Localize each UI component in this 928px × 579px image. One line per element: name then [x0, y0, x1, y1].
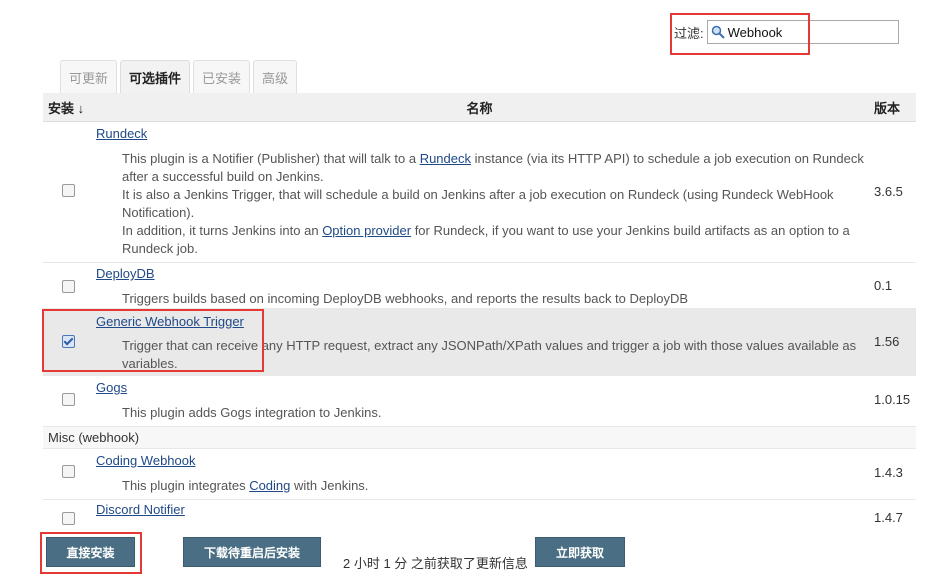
plugin-link-deploydb[interactable]: DeployDB [96, 266, 155, 281]
plugin-link-generic-webhook-trigger[interactable]: Generic Webhook Trigger [96, 314, 244, 329]
plugin-version: 0.1 [874, 278, 893, 293]
category-header: Misc (webhook) [43, 427, 916, 449]
plugin-description: Triggers builds based on incoming Deploy… [122, 291, 689, 306]
plugin-version: 3.6.5 [874, 184, 903, 199]
plugin-description: This plugin adds Gogs integration to Jen… [122, 405, 382, 420]
plugin-link-discord-notifier[interactable]: Discord Notifier [96, 502, 185, 517]
tab-advanced[interactable]: 高级 [253, 60, 298, 93]
rundeck-link[interactable]: Rundeck [420, 151, 471, 166]
filter-value: Webhook [727, 24, 783, 40]
plugin-table: 名称 安装 ↓ 版本 Rundeck This plugin is a Noti… [43, 93, 916, 525]
install-checkbox[interactable] [62, 465, 75, 478]
column-install[interactable]: 安装 ↓ [48, 98, 84, 117]
filter-label: 过滤: [674, 25, 704, 41]
install-checkbox[interactable] [62, 512, 75, 525]
table-row: Discord Notifier 1.4.7 [43, 500, 916, 525]
plugin-version: 1.4.7 [874, 510, 903, 525]
plugin-description: This plugin is a Notifier (Publisher) th… [122, 151, 864, 256]
column-version[interactable]: 版本 [874, 98, 900, 117]
coding-link[interactable]: Coding [249, 478, 290, 493]
table-row: Coding Webhook This plugin integrates Co… [43, 449, 916, 500]
install-without-restart-button[interactable]: 直接安装 [46, 537, 135, 567]
plugin-version: 1.56 [874, 334, 900, 349]
install-checkbox[interactable] [62, 280, 75, 293]
option-provider-link[interactable]: Option provider [322, 223, 411, 238]
search-icon [711, 25, 725, 39]
install-checkbox[interactable] [62, 393, 75, 406]
check-now-button[interactable]: 立即获取 [535, 537, 625, 567]
plugin-link-coding-webhook[interactable]: Coding Webhook [96, 453, 196, 468]
plugin-version: 1.4.3 [874, 465, 903, 480]
install-checkbox[interactable] [62, 335, 75, 348]
table-header: 名称 安装 ↓ 版本 [43, 93, 916, 122]
plugin-link-gogs[interactable]: Gogs [96, 380, 127, 395]
tab-updates[interactable]: 可更新 [60, 60, 118, 93]
update-status-text: 2 小时 1 分 之前获取了更新信息 [343, 556, 528, 571]
download-install-after-restart-button[interactable]: 下载待重启后安装 [183, 537, 321, 567]
plugin-link-rundeck[interactable]: Rundeck [96, 126, 147, 141]
plugin-description: Trigger that can receive any HTTP reques… [122, 338, 857, 371]
plugin-version: 1.0.15 [874, 392, 911, 407]
table-row: DeployDB Triggers builds based on incomi… [43, 263, 916, 309]
install-checkbox[interactable] [62, 184, 75, 197]
plugin-description: This plugin integrates Coding with Jenki… [122, 478, 369, 493]
column-name[interactable]: 名称 [43, 98, 916, 117]
table-row: Gogs This plugin adds Gogs integration t… [43, 376, 916, 427]
tab-installed[interactable]: 已安装 [193, 60, 251, 93]
plugin-tabs: 可更新 可选插件 已安装 高级 [60, 60, 300, 93]
filter-input[interactable]: Webhook [706, 20, 899, 44]
tab-available[interactable]: 可选插件 [120, 60, 191, 93]
table-row: Generic Webhook Trigger Trigger that can… [43, 309, 916, 376]
table-row: Rundeck This plugin is a Notifier (Publi… [43, 122, 916, 263]
check-icon [63, 335, 74, 346]
filter-bar: 过滤: Webhook [674, 20, 899, 44]
